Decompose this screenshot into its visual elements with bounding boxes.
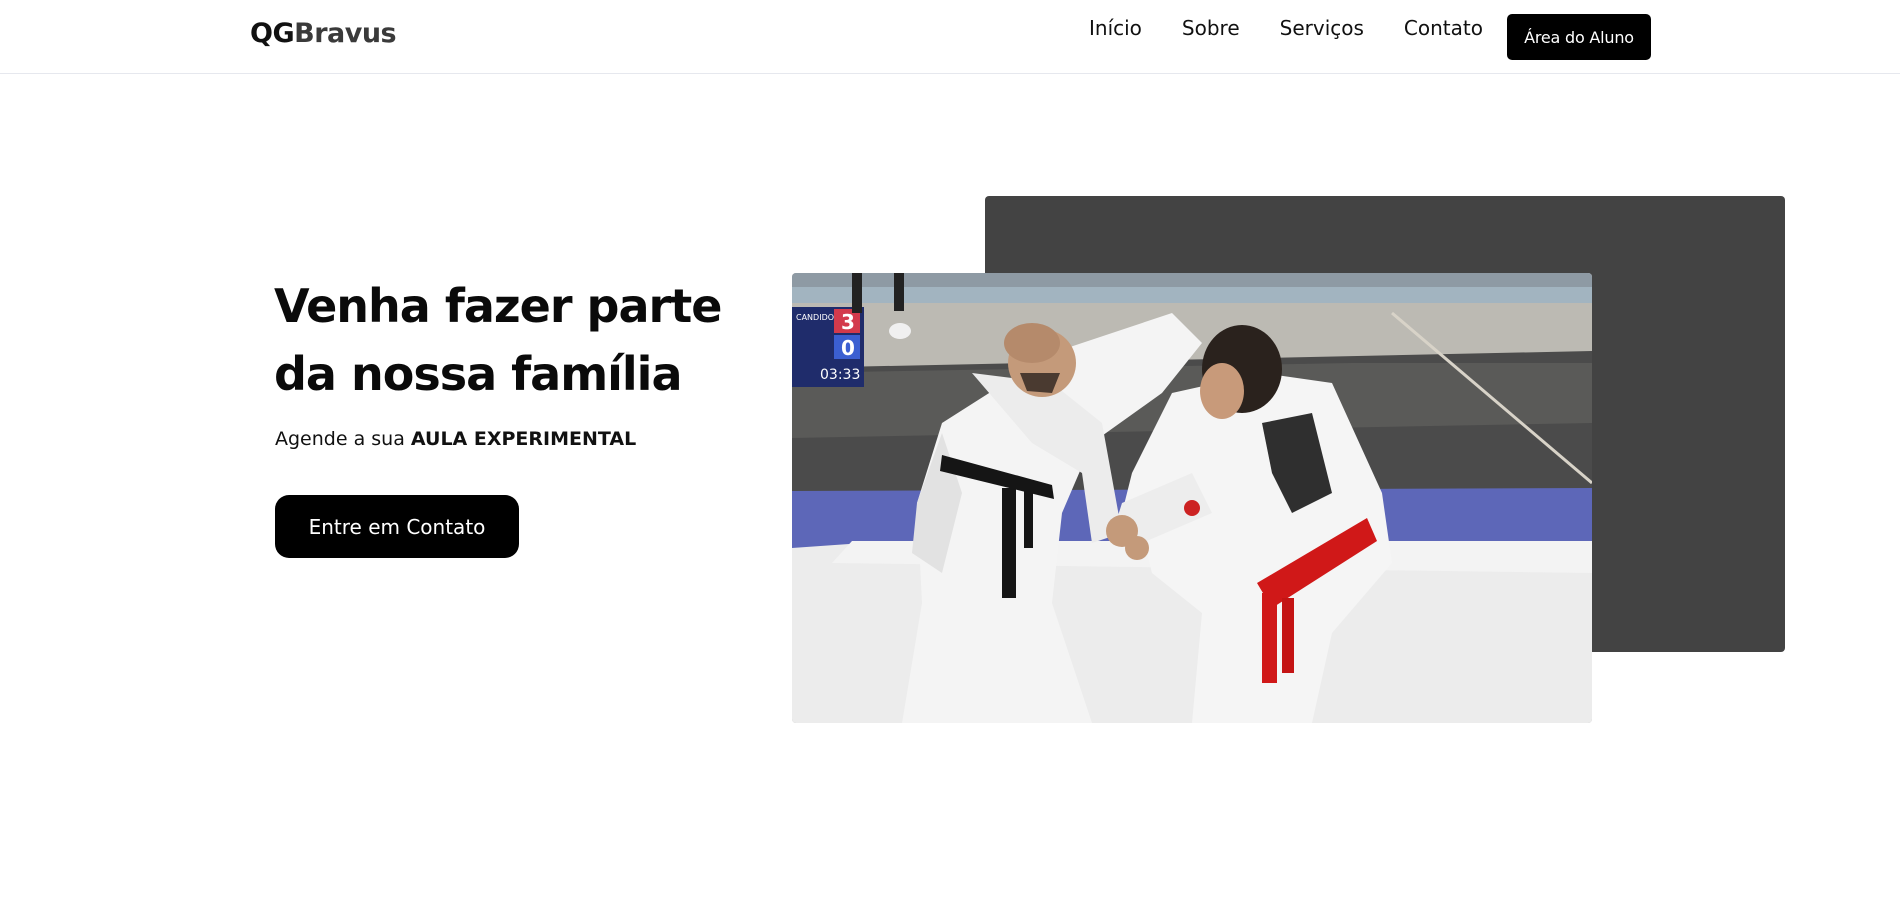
hero-title: Venha fazer parte da nossa família — [274, 272, 754, 408]
hero-subtitle-prefix: Agende a sua — [275, 428, 411, 450]
main-nav: Início Sobre Serviços Contato — [1089, 14, 1523, 44]
scoreboard-score-blue: 0 — [841, 336, 855, 360]
scoreboard-name: CANDIDO — [796, 313, 834, 322]
brand-logo[interactable]: QGBravus — [250, 18, 397, 49]
contact-cta-button[interactable]: Entre em Contato — [275, 495, 519, 558]
nav-link-servicos[interactable]: Serviços — [1280, 14, 1364, 44]
scoreboard-time: 03:33 — [820, 367, 860, 383]
navbar: QGBravus Início Sobre Serviços Contato Á… — [0, 0, 1900, 74]
hero-subtitle: Agende a sua AULA EXPERIMENTAL — [275, 428, 636, 450]
scoreboard-score-red: 3 — [841, 310, 855, 334]
student-area-button[interactable]: Área do Aluno — [1507, 14, 1651, 60]
nav-link-sobre[interactable]: Sobre — [1182, 14, 1240, 44]
hero-photo-jiu-jitsu: CANDIDO 3 0 03:33 — [792, 273, 1592, 723]
hero-title-line2: da nossa família — [274, 347, 682, 401]
hero-subtitle-emphasis: AULA EXPERIMENTAL — [410, 428, 637, 450]
brand-logo-part1: QG — [250, 18, 295, 49]
hero-title-line1: Venha fazer parte — [274, 279, 722, 333]
nav-link-inicio[interactable]: Início — [1089, 14, 1142, 44]
brand-logo-part2: Bravus — [294, 18, 397, 49]
nav-link-contato[interactable]: Contato — [1404, 14, 1483, 44]
